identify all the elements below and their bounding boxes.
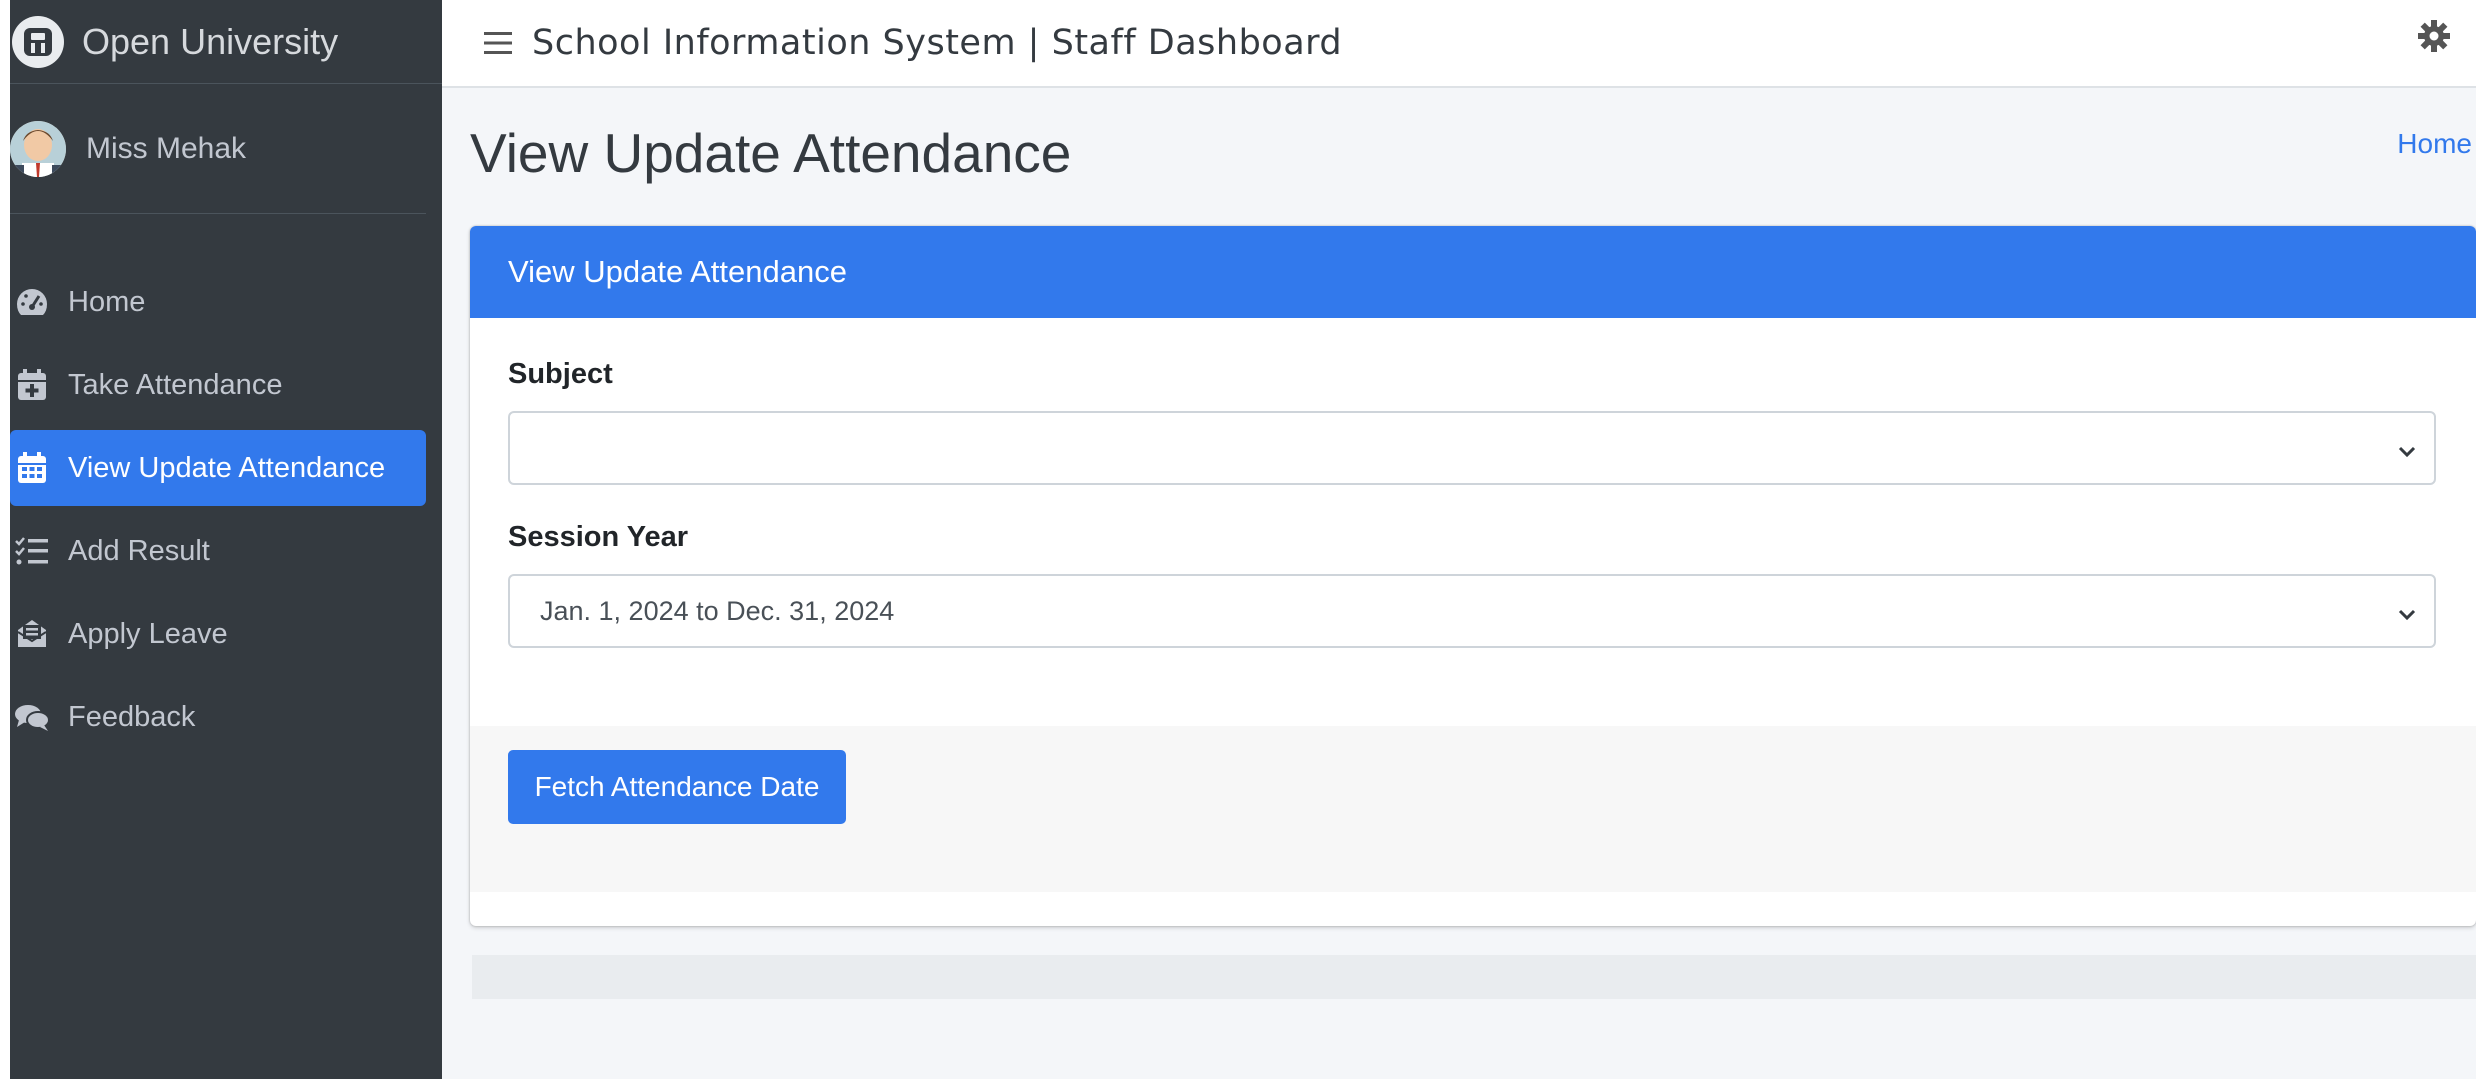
user-panel[interactable]: Miss Mehak <box>10 84 426 214</box>
footer-bar <box>472 955 2476 999</box>
fetch-attendance-date-button[interactable]: Fetch Attendance Date <box>508 750 846 824</box>
calendar-plus-icon <box>12 365 52 405</box>
card-footer: Fetch Attendance Date <box>470 726 2476 892</box>
brand-name: Open University <box>82 20 339 62</box>
subject-label: Subject <box>508 358 613 390</box>
chevron-down-icon <box>2396 602 2418 624</box>
sidebar-item-label: Take Attendance <box>68 368 283 401</box>
sidebar-item-label: View Update Attendance <box>68 451 386 484</box>
sidebar-item-add-result[interactable]: Add Result <box>10 513 426 589</box>
sidebar-item-take-attendance[interactable]: Take Attendance <box>10 347 426 423</box>
page-title: View Update Attendance <box>470 122 1072 184</box>
app-title: School Information System | Staff Dashbo… <box>532 23 1343 63</box>
sidebar-item-label: Apply Leave <box>68 617 228 650</box>
attendance-card: View Update Attendance Subject Session Y… <box>470 226 2476 926</box>
user-name: Miss Mehak <box>86 131 247 165</box>
session-year-select[interactable]: Jan. 1, 2024 to Dec. 31, 2024 <box>508 574 2436 648</box>
sidebar-item-label: Add Result <box>68 534 210 567</box>
card-header: View Update Attendance <box>470 226 2476 318</box>
session-year-label: Session Year <box>508 521 689 553</box>
sidebar-item-home[interactable]: Home <box>10 264 426 340</box>
sidebar-item-apply-leave[interactable]: Apply Leave <box>10 596 426 672</box>
app-frame: Open University Miss Mehak Home Take Att… <box>10 0 2476 1079</box>
comments-icon <box>12 697 52 737</box>
sidebar-nav: Home Take Attendance View Update Attenda… <box>10 214 442 755</box>
user-avatar <box>10 120 66 177</box>
subject-select[interactable] <box>508 411 2436 485</box>
chevron-down-icon <box>2396 439 2418 461</box>
brand[interactable]: Open University <box>10 0 442 84</box>
breadcrumb-home-link[interactable]: Home <box>2397 128 2472 160</box>
sidebar-item-label: Feedback <box>68 700 196 733</box>
sidebar-item-feedback[interactable]: Feedback <box>10 679 426 755</box>
content-header: View Update Attendance Home <box>442 88 2476 218</box>
tachometer-icon <box>12 282 52 322</box>
sidebar-item-label: Home <box>68 285 146 318</box>
hamburger-menu-icon[interactable] <box>484 30 514 56</box>
sidebar: Open University Miss Mehak Home Take Att… <box>10 0 442 1079</box>
brand-logo-icon <box>12 15 64 68</box>
envelope-open-icon <box>12 614 52 654</box>
sidebar-item-view-update-attendance[interactable]: View Update Attendance <box>10 430 426 506</box>
gear-icon[interactable] <box>2416 18 2452 54</box>
top-navbar: School Information System | Staff Dashbo… <box>442 0 2476 88</box>
main-content: School Information System | Staff Dashbo… <box>442 0 2476 1079</box>
tasks-icon <box>12 531 52 571</box>
session-year-select-value: Jan. 1, 2024 to Dec. 31, 2024 <box>540 595 895 626</box>
card-body: Subject Session Year Jan. 1, 2024 to Dec… <box>470 318 2476 726</box>
calendar-icon <box>12 448 52 488</box>
